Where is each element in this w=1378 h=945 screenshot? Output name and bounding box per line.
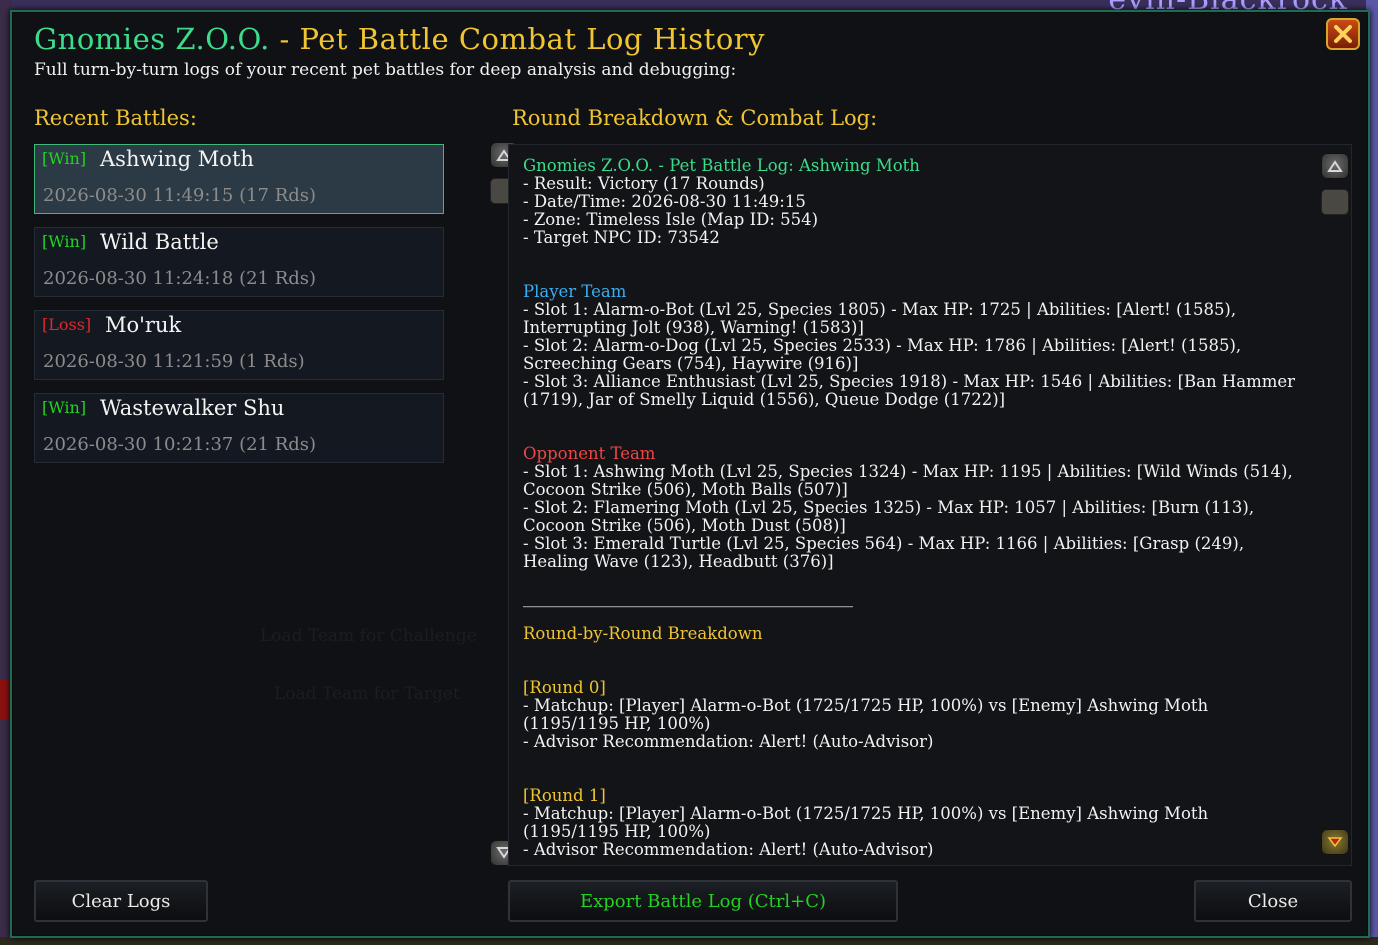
player-team-slot: - Slot 1: Alarm-o-Bot (Lvl 25, Species 1… bbox=[523, 300, 1242, 337]
battle-result-tag: [Loss] bbox=[42, 315, 92, 334]
round-line: - Advisor Recommendation: Alert! (Auto-A… bbox=[523, 732, 934, 751]
scroll-to-bottom-icon bbox=[1327, 837, 1343, 848]
window-title-addon: Gnomies Z.O.O. bbox=[34, 22, 270, 56]
battle-result-tag: [Win] bbox=[42, 149, 87, 168]
round-label: [Round 0] bbox=[523, 678, 606, 697]
rounds-heading: Round-by-Round Breakdown bbox=[523, 624, 763, 643]
battle-result-tag: [Win] bbox=[42, 232, 87, 251]
battle-timestamp: 2026-08-30 11:24:18 (21 Rds) bbox=[43, 268, 317, 289]
close-x-button[interactable] bbox=[1326, 18, 1360, 50]
log-heading: Gnomies Z.O.O. - Pet Battle Log: Ashwing… bbox=[523, 156, 920, 175]
player-team-heading: Player Team bbox=[523, 282, 627, 301]
combat-log-label: Round Breakdown & Combat Log: bbox=[512, 106, 878, 130]
opponent-team-slot: - Slot 3: Emerald Turtle (Lvl 25, Specie… bbox=[523, 534, 1250, 571]
round-label: [Round 1] bbox=[523, 786, 606, 805]
combat-log-window: Gnomies Z.O.O. - Pet Battle Combat Log H… bbox=[10, 10, 1370, 938]
log-summary-line: - Result: Victory (17 Rounds) bbox=[523, 174, 765, 193]
battle-result-tag: [Win] bbox=[42, 398, 87, 417]
battle-opponent-name: Wastewalker Shu bbox=[100, 396, 285, 420]
recent-battles-label: Recent Battles: bbox=[34, 106, 197, 130]
log-summary-line: - Date/Time: 2026-08-30 11:49:15 bbox=[523, 192, 806, 211]
round-line: - Advisor Recommendation: Alert! (Auto-A… bbox=[523, 840, 934, 859]
action-bar-fragment bbox=[0, 937, 1378, 945]
close-button[interactable]: Close bbox=[1194, 880, 1352, 922]
battle-item-wastewalker-shu[interactable]: [Win] Wastewalker Shu 2026-08-30 10:21:3… bbox=[34, 393, 444, 463]
ghost-button-load-team-challenge: Load Team for Challenge bbox=[260, 626, 477, 646]
battle-item-moruk[interactable]: [Loss] Mo'ruk 2026-08-30 11:21:59 (1 Rds… bbox=[34, 310, 444, 380]
opponent-team-heading: Opponent Team bbox=[523, 444, 656, 463]
log-summary-line: - Zone: Timeless Isle (Map ID: 554) bbox=[523, 210, 819, 229]
battle-timestamp: 2026-08-30 11:21:59 (1 Rds) bbox=[43, 351, 305, 372]
window-title: Gnomies Z.O.O. - Pet Battle Combat Log H… bbox=[34, 22, 765, 56]
export-battle-log-button[interactable]: Export Battle Log (Ctrl+C) bbox=[508, 880, 898, 922]
log-scroll-to-bottom-button[interactable] bbox=[1321, 829, 1349, 855]
log-divider: ________________________________________ bbox=[523, 588, 853, 607]
battle-opponent-name: Wild Battle bbox=[100, 230, 219, 254]
battle-timestamp: 2026-08-30 11:49:15 (17 Rds) bbox=[43, 185, 317, 206]
combat-log-panel[interactable]: Gnomies Z.O.O. - Pet Battle Log: Ashwing… bbox=[508, 144, 1352, 866]
recent-battles-list: [Win] Ashwing Moth 2026-08-30 11:49:15 (… bbox=[34, 144, 444, 476]
log-scroll-thumb[interactable] bbox=[1321, 189, 1349, 215]
log-scroll-up-button[interactable] bbox=[1321, 153, 1349, 179]
window-subtitle: Full turn-by-turn logs of your recent pe… bbox=[34, 60, 737, 80]
round-line: - Matchup: [Player] Alarm-o-Bot (1725/17… bbox=[523, 804, 1214, 841]
clear-logs-button[interactable]: Clear Logs bbox=[34, 880, 208, 922]
window-title-rest: - Pet Battle Combat Log History bbox=[269, 22, 766, 56]
battle-timestamp: 2026-08-30 10:21:37 (21 Rds) bbox=[43, 434, 317, 455]
player-team-slot: - Slot 2: Alarm-o-Dog (Lvl 25, Species 2… bbox=[523, 336, 1247, 373]
battle-opponent-name: Ashwing Moth bbox=[100, 147, 254, 171]
log-summary-line: - Target NPC ID: 73542 bbox=[523, 228, 720, 247]
battle-opponent-name: Mo'ruk bbox=[105, 313, 182, 337]
ghost-button-load-team-target: Load Team for Target bbox=[274, 684, 460, 704]
battle-item-wild-battle[interactable]: [Win] Wild Battle 2026-08-30 11:24:18 (2… bbox=[34, 227, 444, 297]
scroll-up-icon bbox=[1327, 160, 1343, 172]
close-x-icon bbox=[1334, 25, 1352, 43]
combat-log-text: Gnomies Z.O.O. - Pet Battle Log: Ashwing… bbox=[523, 157, 1303, 859]
battle-item-ashwing-moth[interactable]: [Win] Ashwing Moth 2026-08-30 11:49:15 (… bbox=[34, 144, 444, 214]
opponent-team-slot: - Slot 2: Flamering Moth (Lvl 25, Specie… bbox=[523, 498, 1260, 535]
player-team-slot: - Slot 3: Alliance Enthusiast (Lvl 25, S… bbox=[523, 372, 1301, 409]
opponent-team-slot: - Slot 1: Ashwing Moth (Lvl 25, Species … bbox=[523, 462, 1298, 499]
round-line: - Matchup: [Player] Alarm-o-Bot (1725/17… bbox=[523, 696, 1214, 733]
